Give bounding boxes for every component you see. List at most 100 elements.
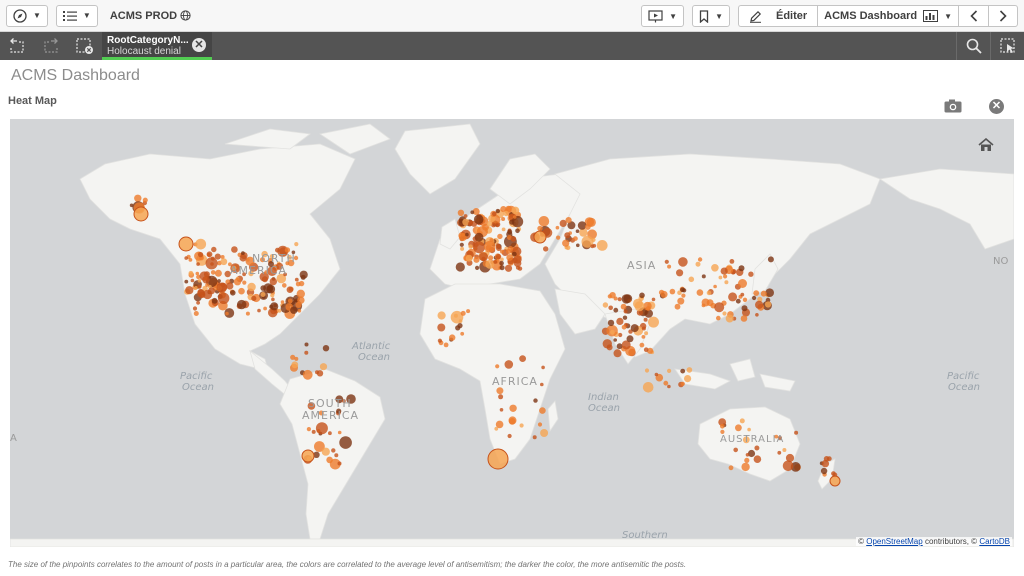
map-pinpoint[interactable] (745, 453, 750, 457)
map-pinpoint[interactable] (192, 306, 198, 311)
map-pinpoint[interactable] (319, 363, 328, 371)
map-pinpoint[interactable] (197, 284, 202, 289)
map-pinpoint[interactable] (720, 424, 725, 429)
story-button[interactable]: ▼ (641, 5, 685, 27)
map-pinpoint[interactable] (747, 427, 751, 432)
map-pinpoint[interactable] (519, 355, 526, 362)
map-pinpoint[interactable] (495, 364, 500, 369)
map-pinpoint[interactable] (449, 334, 456, 341)
map-pinpoint[interactable] (485, 259, 495, 269)
map-pinpoint[interactable] (728, 292, 738, 302)
map-pinpoint[interactable] (474, 232, 484, 242)
map-pinpoint[interactable] (499, 408, 504, 412)
map-pinpoint[interactable] (782, 460, 794, 472)
map-pinpoint[interactable] (505, 248, 512, 254)
map-pinpoint[interactable] (206, 251, 213, 258)
map-pinpoint[interactable] (460, 246, 465, 251)
camera-icon[interactable] (944, 99, 962, 113)
map-pinpoint[interactable] (623, 309, 628, 314)
map-pinpoint[interactable] (294, 356, 299, 361)
map-pinpoint[interactable] (211, 246, 217, 253)
map-pinpoint[interactable] (716, 315, 721, 321)
map-pinpoint[interactable] (334, 453, 339, 458)
map-pinpoint-large[interactable] (487, 448, 509, 470)
map-pinpoint[interactable] (331, 448, 336, 453)
map-pinpoint[interactable] (501, 227, 506, 232)
map-pinpoint[interactable] (218, 292, 230, 304)
map-pinpoint[interactable] (210, 262, 214, 266)
map-pinpoint[interactable] (591, 237, 596, 242)
map-pinpoint[interactable] (295, 301, 302, 308)
map-pinpoint[interactable] (470, 210, 475, 215)
map-pinpoint[interactable] (195, 271, 200, 276)
map-pinpoint[interactable] (515, 265, 521, 270)
map-pinpoint[interactable] (202, 289, 213, 300)
map-pinpoint[interactable] (753, 455, 762, 464)
close-visualization-icon[interactable]: ✕ (989, 99, 1004, 114)
map-pinpoint[interactable] (198, 252, 204, 258)
map-pinpoint[interactable] (684, 375, 692, 383)
map-pinpoint[interactable] (724, 280, 729, 285)
map-pinpoint[interactable] (475, 265, 480, 270)
map-pinpoint[interactable] (271, 297, 275, 302)
sheet-selector-button[interactable]: ACMS Dashboard ▼ (817, 5, 958, 27)
map-pinpoint[interactable] (337, 461, 342, 466)
map-pinpoint[interactable] (556, 235, 561, 240)
map-pinpoint[interactable] (260, 285, 266, 291)
map-pinpoint[interactable] (613, 307, 619, 313)
map-pinpoint[interactable] (537, 225, 543, 232)
map-pinpoint-large[interactable] (133, 206, 149, 222)
cartodb-link[interactable]: CartoDB (979, 537, 1010, 546)
map-pinpoint[interactable] (519, 423, 524, 428)
map-pinpoint[interactable] (306, 427, 311, 432)
map-pinpoint[interactable] (277, 308, 282, 313)
map-pinpoint[interactable] (711, 264, 719, 272)
app-title[interactable]: ACMS PROD (110, 10, 191, 22)
map-pinpoint[interactable] (251, 295, 257, 301)
map-pinpoint[interactable] (197, 279, 202, 283)
map-pinpoint[interactable] (744, 457, 750, 463)
map-pinpoint[interactable] (755, 313, 759, 317)
map-pinpoint[interactable] (443, 342, 449, 348)
map-pinpoint[interactable] (328, 431, 332, 436)
map-pinpoint[interactable] (465, 254, 473, 262)
map-pinpoint[interactable] (261, 276, 268, 283)
map-pinpoint[interactable] (641, 335, 646, 339)
map-pinpoint[interactable] (194, 286, 198, 290)
map-pinpoint[interactable] (722, 311, 727, 316)
map-pinpoint[interactable] (667, 384, 671, 389)
map-pinpoint[interactable] (639, 342, 645, 348)
map-pinpoint[interactable] (826, 456, 832, 462)
map-pinpoint[interactable] (767, 256, 774, 263)
map-pinpoint[interactable] (311, 429, 316, 434)
map-pinpoint[interactable] (513, 255, 522, 264)
map-pinpoint[interactable] (592, 243, 597, 248)
map-pinpoint[interactable] (537, 422, 543, 427)
map-pinpoint[interactable] (765, 288, 774, 297)
map-pinpoint[interactable] (242, 280, 247, 285)
map-pinpoint-large[interactable] (533, 230, 547, 244)
map-pinpoint[interactable] (465, 232, 469, 237)
map-pinpoint[interactable] (735, 298, 741, 304)
map-pinpoint[interactable] (245, 311, 250, 316)
map-pinpoint[interactable] (622, 315, 628, 320)
map-pinpoint[interactable] (237, 299, 247, 310)
map-pinpoint[interactable] (742, 297, 748, 302)
map-pinpoint[interactable] (760, 290, 767, 297)
map-pinpoint[interactable] (602, 302, 609, 308)
map-pinpoint[interactable] (663, 380, 669, 386)
map-pinpoint[interactable] (315, 422, 328, 435)
remove-selection-icon[interactable]: ✕ (192, 38, 206, 52)
map-pinpoint[interactable] (577, 221, 587, 230)
map-pinpoint[interactable] (496, 387, 504, 395)
map-pinpoint[interactable] (196, 262, 200, 266)
map-pinpoint[interactable] (339, 436, 352, 449)
map-pinpoint[interactable] (501, 217, 506, 221)
map-pinpoint[interactable] (697, 257, 703, 262)
selections-tool-button[interactable] (990, 32, 1024, 60)
map-pinpoint[interactable] (648, 316, 659, 328)
map-pinpoint[interactable] (695, 261, 701, 267)
map-pinpoint[interactable] (321, 447, 330, 456)
map-pinpoint[interactable] (202, 276, 210, 284)
map-pinpoint[interactable] (506, 254, 514, 261)
